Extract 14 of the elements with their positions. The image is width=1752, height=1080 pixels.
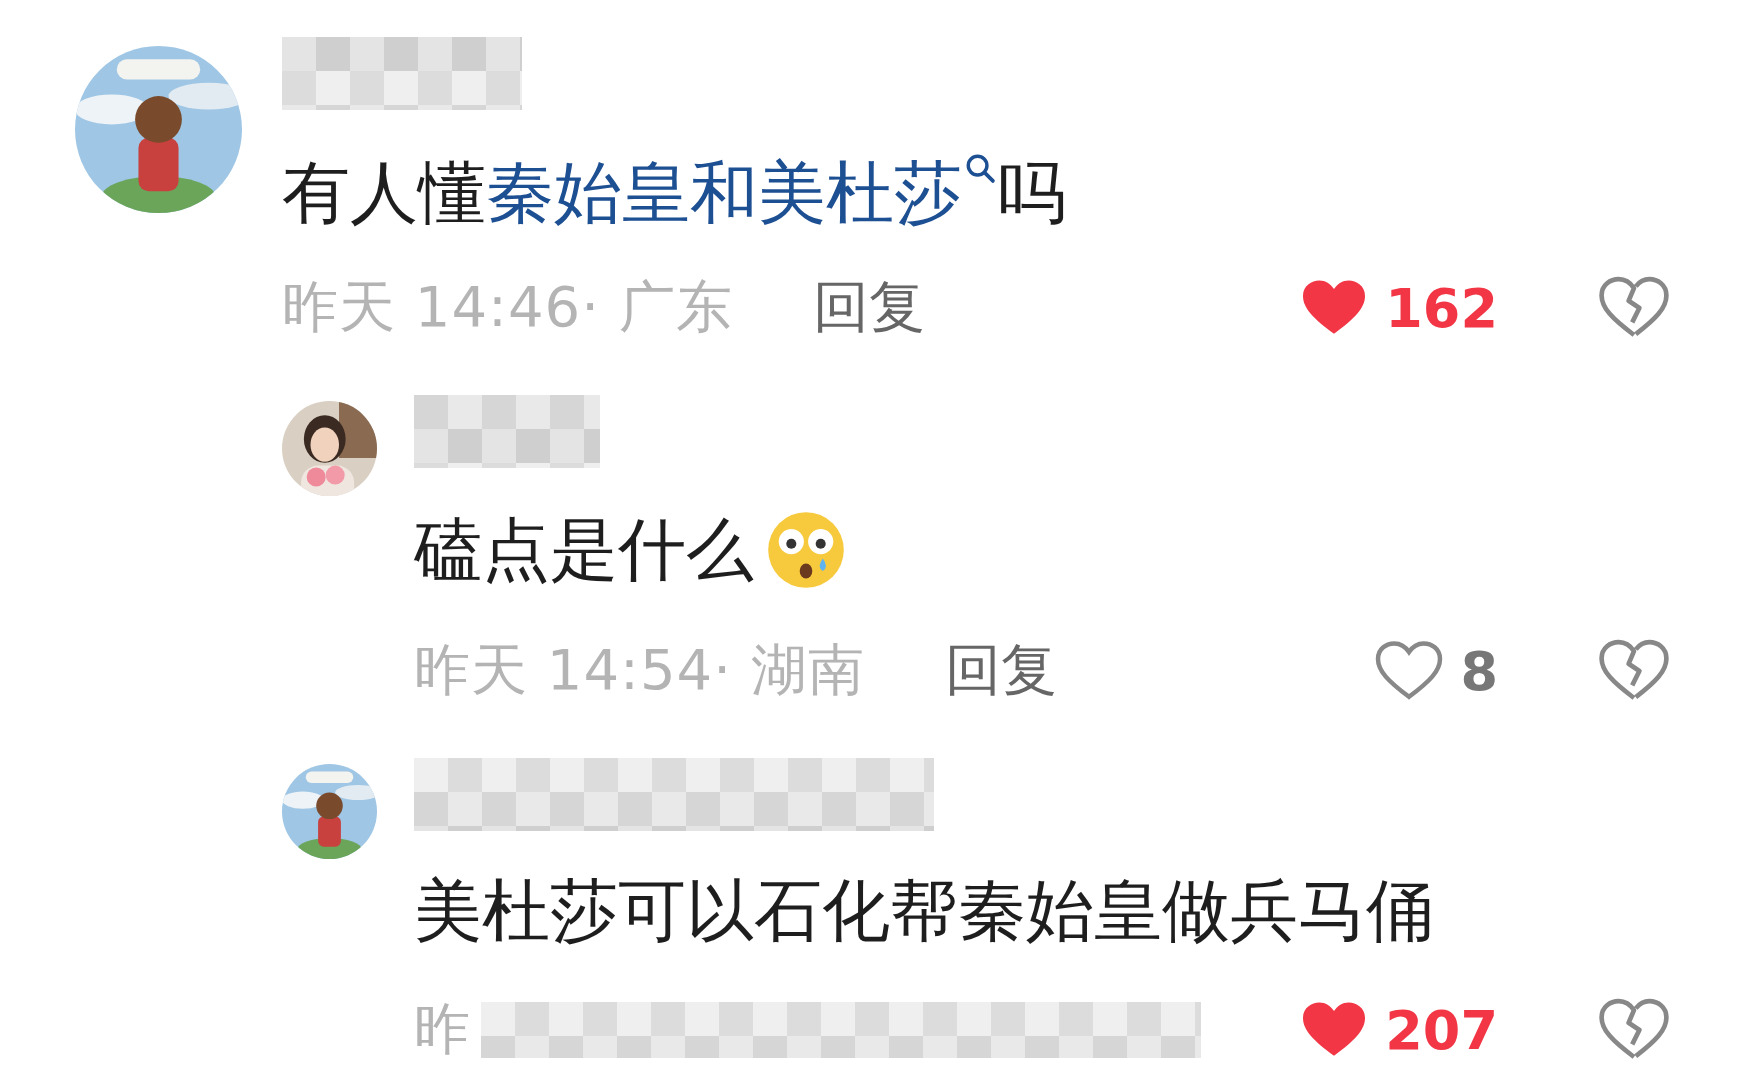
heart-icon[interactable] <box>1374 640 1445 702</box>
comment-time: 昨天 14:54· 湖南 <box>414 636 865 704</box>
like-count: 207 <box>1385 998 1498 1062</box>
comment-text: 磕点是什么 <box>414 508 1670 592</box>
reply-button[interactable]: 回复 <box>944 633 1057 709</box>
comment-text: 美杜莎可以石化帮秦始皇做兵马俑 <box>414 871 1435 951</box>
search-icon <box>964 152 998 186</box>
reply-button[interactable]: 回复 <box>812 270 925 346</box>
like-count: 8 <box>1460 639 1498 703</box>
comment-text: 有人懂秦始皇和美杜莎 吗 <box>282 152 1067 233</box>
comment-time: 昨 <box>414 995 471 1063</box>
like-count: 162 <box>1385 276 1498 340</box>
search-link[interactable]: 秦始皇和美杜莎 <box>486 152 998 233</box>
comment-time: 昨天 14:46· 广东 <box>282 273 733 341</box>
